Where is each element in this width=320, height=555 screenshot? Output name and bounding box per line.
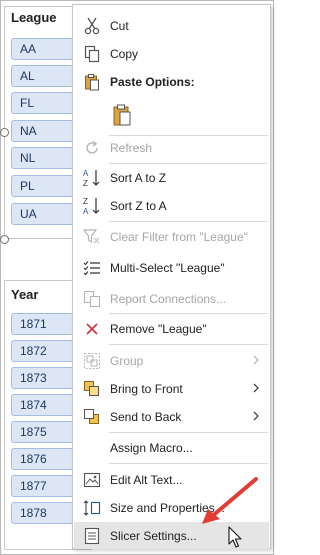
menu-label: Assign Macro... [110,440,193,455]
league-item[interactable]: FL [11,92,79,114]
send-to-back-icon [82,407,102,427]
annotation-arrow-icon [202,477,258,524]
slicer-settings-icon [82,526,102,546]
year-item[interactable]: 1874 [11,394,79,416]
svg-text:Z: Z [83,197,88,206]
year-item[interactable]: 1872 [11,340,79,362]
submenu-arrow-icon [251,382,261,394]
menu-item-cut[interactable]: Cut [74,12,269,39]
remove-x-icon [82,319,102,339]
year-item[interactable]: 1875 [11,421,79,443]
menu-item-sort-a-to-z[interactable]: AZ Sort A to Z [74,164,269,191]
context-menu[interactable]: Cut Copy Paste Options: Refresh AZ Sort … [72,4,271,549]
year-item[interactable]: 1878 [11,502,79,524]
menu-label: Cut [110,18,129,33]
menu-separator [109,221,268,222]
menu-item-remove[interactable]: Remove "League" [74,315,269,342]
resize-handle[interactable] [0,235,9,244]
menu-separator [109,344,268,345]
paste-options-label: Paste Options: [110,74,195,89]
size-properties-icon [82,498,102,518]
league-item[interactable]: NL [11,147,79,169]
menu-item-assign-macro[interactable]: Assign Macro... [74,434,269,461]
multi-select-icon [82,258,102,278]
year-slicer-title: Year [11,287,39,302]
menu-item-report-connections[interactable]: Report Connections... [74,285,269,312]
svg-text:A: A [83,207,89,216]
sort-az-text: Sort A to Z [110,170,167,185]
menu-item-sort-z-to-a[interactable]: ZA Sort Z to A [74,192,269,219]
menu-label: Refresh [110,140,153,155]
year-item[interactable]: 1873 [11,367,79,389]
menu-label: Sort A to Z [110,171,166,185]
refresh-icon [82,138,102,158]
copy-icon [82,44,102,64]
mouse-cursor-icon [228,526,242,548]
menu-label: Edit Alt Text... [110,472,183,487]
menu-label: Copy [110,46,139,61]
menu-separator [109,463,268,464]
submenu-arrow-icon [251,354,261,366]
menu-item-clear-filter[interactable]: Clear Filter from "League" [74,223,269,250]
league-item[interactable]: UA [11,203,79,225]
resize-handle[interactable] [0,128,9,137]
menu-label: Bring to Front [110,381,183,396]
menu-label: Clear Filter from "League" [110,229,248,244]
sort-ascending-icon: AZ [82,168,102,188]
clipboard-icon [110,103,134,127]
sort-descending-icon: ZA [82,196,102,216]
svg-text:Z: Z [83,179,88,188]
menu-separator [109,313,268,314]
menu-label: Send to Back [110,409,182,424]
menu-item-group[interactable]: Group [74,347,269,374]
menu-item-send-to-back[interactable]: Send to Back [74,403,269,430]
league-item[interactable]: AL [11,65,79,87]
submenu-arrow-icon [251,410,261,422]
alt-text-icon [82,470,102,490]
svg-text:A: A [83,169,89,178]
menu-item-copy[interactable]: Copy [74,40,269,67]
menu-label: Group [110,353,144,368]
paste-button[interactable] [74,97,269,131]
league-item[interactable]: PL [11,175,79,197]
menu-label: Remove "League" [110,321,207,336]
report-connections-icon [82,289,102,309]
menu-separator [109,432,268,433]
menu-item-refresh[interactable]: Refresh [74,134,269,161]
menu-label: Multi-Select "League" [110,260,225,275]
paste-options-header: Paste Options: [74,68,269,95]
bring-to-front-icon [82,379,102,399]
year-item[interactable]: 1877 [11,475,79,497]
menu-label: Slicer Settings... [110,528,197,543]
scissors-icon [82,16,102,36]
league-item[interactable]: NA [11,120,79,142]
group-icon [82,351,102,371]
menu-label: Sort Z to A [110,198,167,213]
league-slicer-title: League [11,10,57,25]
clear-filter-icon [82,227,102,247]
menu-label: Report Connections... [110,291,227,306]
menu-item-bring-to-front[interactable]: Bring to Front [74,375,269,402]
year-item[interactable]: 1871 [11,313,79,335]
year-item[interactable]: 1876 [11,448,79,470]
league-item[interactable]: AA [11,38,79,60]
paste-icon [82,72,102,92]
menu-item-multi-select[interactable]: Multi-Select "League" [74,254,269,281]
